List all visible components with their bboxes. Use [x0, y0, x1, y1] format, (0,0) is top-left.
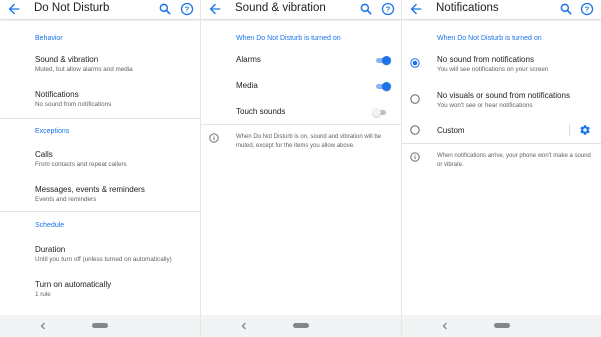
divider: [402, 143, 601, 144]
nav-back-icon[interactable]: [38, 321, 48, 331]
do-not-disturb-panel: Do Not Disturb ? Behavior Sound & vibrat…: [0, 0, 200, 337]
option-title: No sound from notifications: [437, 55, 534, 64]
touch-sounds-toggle[interactable]: [372, 107, 388, 117]
toggle-label: Touch sounds: [236, 107, 286, 116]
info-text: When notifications arrive, your phone wo…: [437, 153, 591, 168]
navigation-bar: [0, 315, 200, 337]
navigation-bar: [201, 315, 401, 337]
help-icon[interactable]: ?: [381, 2, 395, 16]
svg-text:?: ?: [585, 5, 590, 14]
section-header: When Do Not Disturb is turned on: [236, 35, 341, 42]
radio-unselected-icon[interactable]: [410, 94, 420, 104]
navigation-bar: [402, 315, 601, 337]
page-title: Sound & vibration: [235, 2, 326, 14]
option-subtitle: You won't see or hear notifications: [437, 102, 533, 109]
divider: [201, 124, 401, 125]
search-icon[interactable]: [559, 2, 573, 16]
nav-back-icon[interactable]: [440, 321, 450, 331]
search-icon[interactable]: [158, 2, 172, 16]
item-title: Sound & vibration: [35, 55, 99, 64]
item-title: Calls: [35, 150, 53, 159]
item-title: Turn on automatically: [35, 280, 112, 289]
media-toggle[interactable]: [375, 81, 391, 91]
notifications-panel: Notifications ? When Do Not Disturb is t…: [401, 0, 601, 337]
separator: [569, 124, 570, 136]
app-bar: Sound & vibration ?: [201, 0, 401, 19]
radio-unselected-icon[interactable]: [410, 125, 420, 135]
divider: [0, 118, 200, 119]
toggle-label: Alarms: [236, 55, 261, 64]
back-arrow-icon[interactable]: [207, 1, 223, 17]
back-arrow-icon[interactable]: [6, 1, 22, 17]
item-title: Duration: [35, 245, 66, 254]
item-subtitle: Muted, but allow alarms and media: [35, 66, 133, 73]
help-icon[interactable]: ?: [180, 2, 194, 16]
item-title: Notifications: [35, 90, 79, 99]
nav-home-pill-icon[interactable]: [293, 323, 309, 328]
item-subtitle: No sound from notifications: [35, 101, 112, 108]
section-header-exceptions: Exceptions: [35, 128, 70, 135]
back-arrow-icon[interactable]: [408, 1, 424, 17]
radio-selected-icon[interactable]: [410, 58, 420, 68]
item-subtitle: Until you turn off (unless turned on aut…: [35, 256, 172, 263]
option-title: Custom: [437, 126, 465, 135]
item-title: Messages, events & reminders: [35, 185, 145, 194]
section-header-schedule: Schedule: [35, 222, 65, 229]
section-header-behavior: Behavior: [35, 35, 63, 42]
option-subtitle: You will see notifications on your scree…: [437, 66, 549, 73]
alarms-toggle[interactable]: [375, 55, 391, 65]
page-title: Do Not Disturb: [34, 2, 110, 14]
nav-home-pill-icon[interactable]: [493, 323, 510, 328]
svg-text:?: ?: [185, 5, 190, 14]
section-header: When Do Not Disturb is turned on: [437, 35, 542, 42]
divider: [0, 211, 200, 212]
item-subtitle: 1 rule: [35, 291, 51, 298]
svg-text:?: ?: [386, 5, 391, 14]
info-text: When Do Not Disturb is on, sound and vib…: [236, 134, 382, 149]
item-subtitle: Events and reminders: [35, 196, 97, 203]
gear-icon[interactable]: [579, 124, 591, 136]
nav-back-icon[interactable]: [239, 321, 249, 331]
page-title: Notifications: [436, 2, 499, 14]
info-icon: [410, 152, 420, 162]
app-bar: Do Not Disturb ?: [0, 0, 200, 19]
info-icon: [209, 133, 219, 143]
search-icon[interactable]: [359, 2, 373, 16]
toggle-label: Media: [236, 81, 258, 90]
sound-vibration-panel: Sound & vibration ? When Do Not Disturb …: [200, 0, 401, 337]
help-icon[interactable]: ?: [580, 2, 594, 16]
nav-home-pill-icon[interactable]: [92, 323, 108, 328]
option-title: No visuals or sound from notifications: [437, 91, 570, 100]
app-bar: Notifications ?: [402, 0, 601, 19]
item-subtitle: From contacts and repeat callers: [35, 161, 127, 168]
